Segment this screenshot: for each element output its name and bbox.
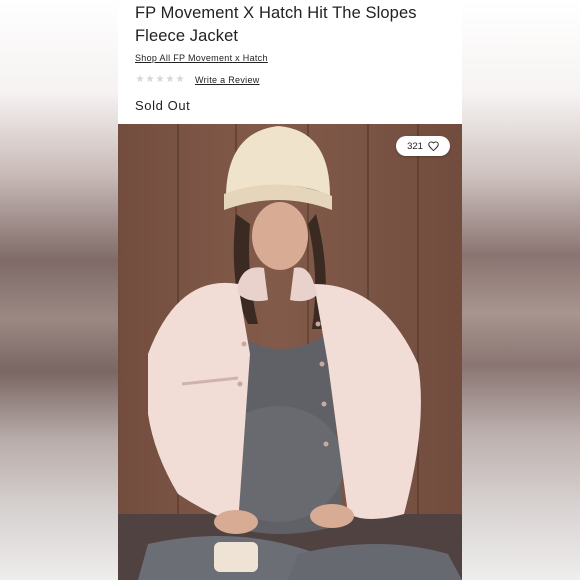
star-icon: ★ xyxy=(135,74,145,85)
model-photo-illustration xyxy=(118,124,462,580)
product-header: FP Movement X Hatch Hit The Slopes Fleec… xyxy=(118,0,462,124)
product-title: FP Movement X Hatch Hit The Slopes Fleec… xyxy=(135,4,417,45)
blurred-backdrop-left xyxy=(0,0,118,580)
blurred-backdrop-right xyxy=(462,0,580,580)
star-rating: ★ ★ ★ ★ ★ xyxy=(135,75,185,85)
shop-collection-link[interactable]: Shop All FP Movement x Hatch xyxy=(135,53,268,63)
heart-icon xyxy=(428,141,439,151)
like-button[interactable]: 321 xyxy=(396,136,450,156)
write-review-link[interactable]: Write a Review xyxy=(195,75,260,85)
product-photo[interactable]: 321 xyxy=(118,124,462,580)
star-icon: ★ xyxy=(155,74,165,85)
like-count: 321 xyxy=(407,140,423,152)
star-icon: ★ xyxy=(165,74,175,85)
product-panel: FP Movement X Hatch Hit The Slopes Fleec… xyxy=(118,0,462,580)
rating-row: ★ ★ ★ ★ ★ Write a Review xyxy=(135,73,260,87)
availability-status: Sold Out xyxy=(135,98,191,113)
star-icon: ★ xyxy=(175,74,185,85)
star-icon: ★ xyxy=(145,74,155,85)
